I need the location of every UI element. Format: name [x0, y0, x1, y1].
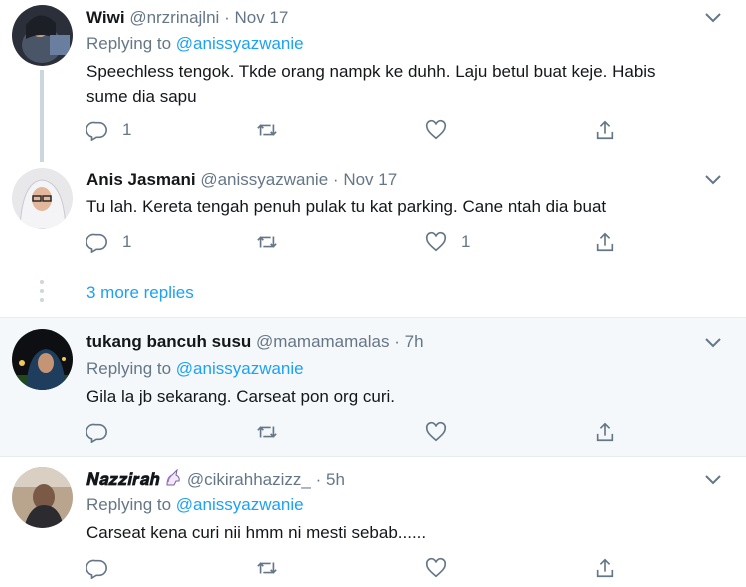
- tweet-nazzirah[interactable]: 𝑵𝒂𝒛𝒛𝒊𝒓𝒂𝒉 @cikirahhazizz_ · 5h Replying t…: [0, 457, 746, 587]
- reply-button[interactable]: 1: [86, 229, 131, 255]
- like-count: 1: [461, 232, 471, 251]
- thread-line: [40, 70, 44, 162]
- display-name[interactable]: Anis Jasmani: [86, 170, 196, 189]
- reply-count: 1: [122, 232, 132, 251]
- retweet-button[interactable]: [256, 419, 292, 445]
- share-button[interactable]: [594, 419, 616, 445]
- tweet-text: Tu lah. Kereta tengah penuh pulak tu kat…: [86, 194, 706, 219]
- replying-label: Replying to: [86, 495, 172, 514]
- reply-icon: [86, 559, 107, 579]
- chevron-down-icon[interactable]: [704, 474, 722, 486]
- reply-icon: [86, 233, 107, 253]
- reply-icon: [86, 423, 107, 443]
- like-icon: [425, 557, 447, 578]
- display-name[interactable]: Wiwi: [86, 8, 125, 27]
- tweet-text: Gila la jb sekarang. Carseat pon org cur…: [86, 384, 706, 409]
- tweet-actions: [86, 419, 646, 445]
- like-icon: [425, 231, 447, 252]
- tweet-actions: 1: [86, 117, 646, 143]
- mention-link[interactable]: @anissyazwanie: [176, 359, 304, 378]
- retweet-icon: [257, 124, 277, 136]
- like-button[interactable]: 1: [425, 229, 470, 255]
- tweet-header: Wiwi @nrzrinajlni · Nov 17: [86, 8, 288, 28]
- replying-label: Replying to: [86, 34, 172, 53]
- avatar[interactable]: [12, 467, 73, 528]
- share-button[interactable]: [594, 555, 616, 581]
- retweet-icon: [257, 426, 277, 438]
- tweet-wiwi[interactable]: Wiwi @nrzrinajlni · Nov 17 Replying to @…: [0, 0, 746, 162]
- tweet-text-line: Carseat kena curi nii hmm ni mesti sebab…: [86, 523, 427, 542]
- tweet-text-line: Gila la jb sekarang. Carseat pon org cur…: [86, 387, 395, 406]
- mention-link[interactable]: @anissyazwanie: [176, 495, 304, 514]
- avatar[interactable]: [12, 168, 73, 229]
- reply-button[interactable]: 1: [86, 117, 131, 143]
- replying-to: Replying to @anissyazwanie: [86, 34, 304, 54]
- handle[interactable]: @mamamamalas: [256, 332, 389, 351]
- replying-to: Replying to @anissyazwanie: [86, 359, 304, 379]
- handle[interactable]: @cikirahhazizz_: [187, 470, 311, 489]
- tweet-actions: 1 1: [86, 229, 646, 255]
- tweet-text-line: Tu lah. Kereta tengah penuh pulak tu kat…: [86, 197, 607, 216]
- timestamp[interactable]: Nov 17: [234, 8, 288, 27]
- retweet-icon: [257, 236, 277, 248]
- thread-dots: [39, 280, 45, 307]
- timestamp[interactable]: 5h: [326, 470, 345, 489]
- like-icon: [425, 421, 447, 442]
- handle[interactable]: @anissyazwanie: [200, 170, 328, 189]
- tweet-header: tukang bancuh susu @mamamamalas · 7h: [86, 332, 424, 352]
- tweet-text: Carseat kena curi nii hmm ni mesti sebab…: [86, 520, 706, 545]
- display-name[interactable]: tukang bancuh susu: [86, 332, 251, 351]
- separator: ·: [315, 470, 322, 489]
- separator: ·: [394, 332, 400, 351]
- tweet-text-line: sume dia sapu: [86, 87, 197, 106]
- mention-link[interactable]: @anissyazwanie: [176, 34, 304, 53]
- tweet-header: 𝑵𝒂𝒛𝒛𝒊𝒓𝒂𝒉 @cikirahhazizz_ · 5h: [86, 469, 345, 490]
- tweet-text-line: Speechless tengok. Tkde orang nampk ke d…: [86, 62, 656, 81]
- tweet-tukang-bancuh-susu[interactable]: tukang bancuh susu @mamamamalas · 7h Rep…: [0, 317, 746, 457]
- display-name[interactable]: 𝑵𝒂𝒛𝒛𝒊𝒓𝒂𝒉: [86, 470, 159, 490]
- avatar[interactable]: [12, 329, 73, 390]
- share-icon: [596, 422, 614, 442]
- tweet-text: Speechless tengok. Tkde orang nampk ke d…: [86, 59, 706, 109]
- handle[interactable]: @nrzrinajlni: [129, 8, 219, 27]
- replying-label: Replying to: [86, 359, 172, 378]
- chevron-down-icon[interactable]: [704, 12, 722, 24]
- chevron-down-icon[interactable]: [704, 337, 722, 349]
- tweet-anis-jasmani[interactable]: Anis Jasmani @anissyazwanie · Nov 17 Tu …: [0, 162, 746, 317]
- reply-button[interactable]: [86, 555, 122, 581]
- share-icon: [596, 120, 614, 140]
- more-replies-link[interactable]: 3 more replies: [86, 283, 194, 303]
- share-icon: [596, 558, 614, 578]
- tweet-header: Anis Jasmani @anissyazwanie · Nov 17: [86, 170, 397, 190]
- reply-button[interactable]: [86, 419, 122, 445]
- avatar[interactable]: [12, 5, 73, 66]
- like-button[interactable]: [425, 555, 461, 581]
- retweet-icon: [257, 562, 277, 574]
- share-icon: [596, 232, 614, 252]
- chevron-down-icon[interactable]: [704, 174, 722, 186]
- like-button[interactable]: [425, 419, 461, 445]
- separator: ·: [224, 8, 230, 27]
- share-button[interactable]: [594, 229, 616, 255]
- tweet-actions: [86, 555, 646, 581]
- retweet-button[interactable]: [256, 555, 292, 581]
- retweet-button[interactable]: [256, 229, 292, 255]
- replying-to: Replying to @anissyazwanie: [86, 495, 304, 515]
- unicorn-icon: [166, 469, 180, 486]
- retweet-button[interactable]: [256, 117, 292, 143]
- share-button[interactable]: [594, 117, 616, 143]
- like-icon: [425, 119, 447, 140]
- reply-count: 1: [122, 120, 132, 139]
- separator: ·: [332, 170, 339, 189]
- reply-icon: [86, 121, 107, 141]
- timestamp[interactable]: Nov 17: [343, 170, 397, 189]
- timestamp[interactable]: 7h: [405, 332, 424, 351]
- like-button[interactable]: [425, 117, 461, 143]
